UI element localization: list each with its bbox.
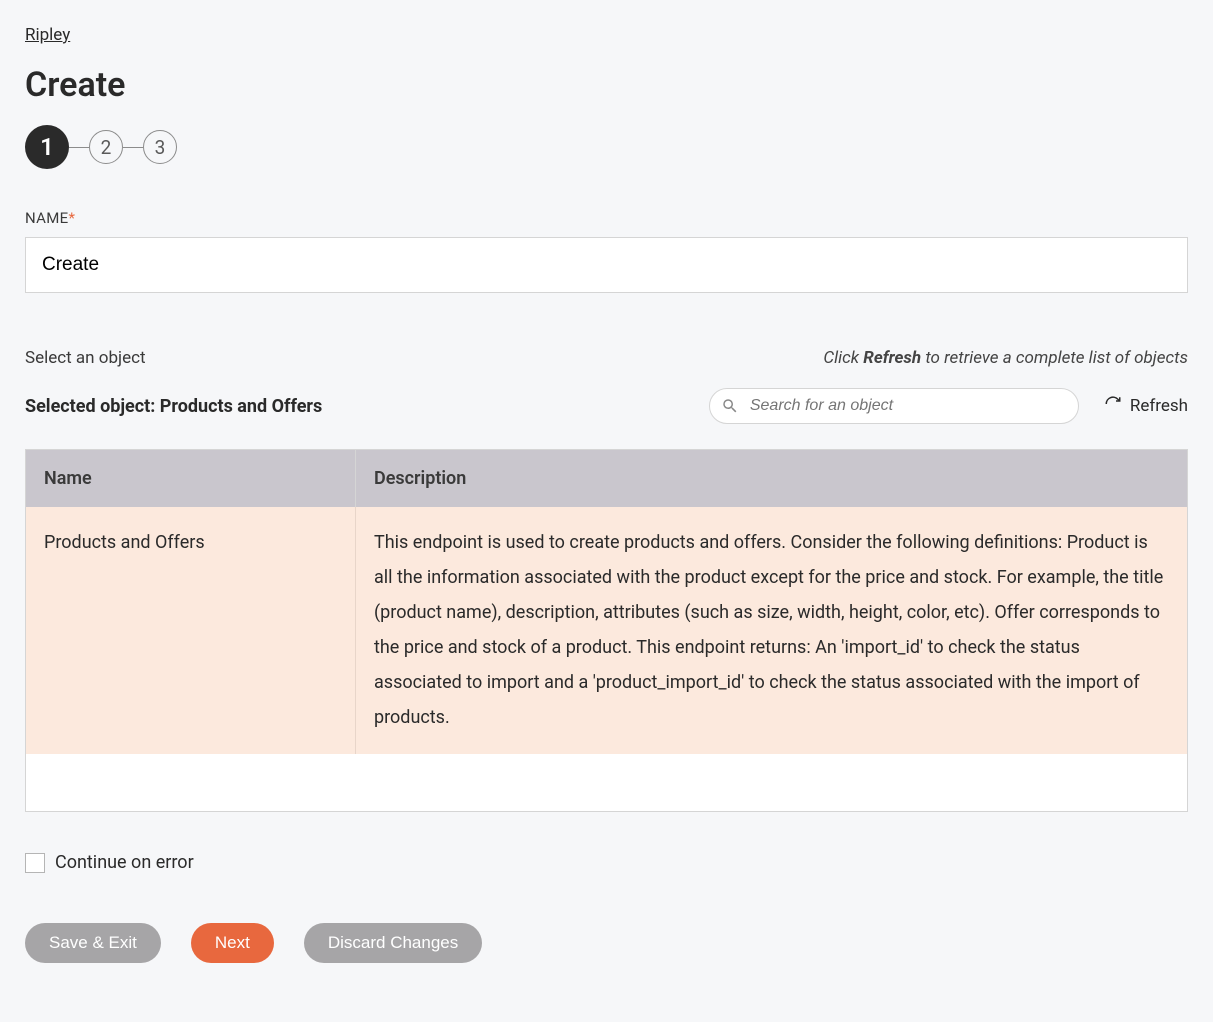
required-marker: * — [68, 209, 75, 227]
refresh-hint-prefix: Click — [823, 348, 863, 368]
table-cell-description: This endpoint is used to create products… — [356, 507, 1188, 754]
step-1[interactable]: 1 — [25, 125, 69, 169]
name-label-text: NAME — [25, 209, 68, 227]
step-3[interactable]: 3 — [143, 130, 177, 164]
step-2[interactable]: 2 — [89, 130, 123, 164]
step-separator — [69, 147, 89, 148]
select-object-label: Select an object — [25, 348, 146, 368]
next-button[interactable]: Next — [191, 923, 274, 963]
discard-changes-button[interactable]: Discard Changes — [304, 923, 482, 963]
object-table: Name Description Products and Offers Thi… — [25, 449, 1188, 812]
step-separator — [123, 147, 143, 148]
refresh-hint-suffix: to retrieve a complete list of objects — [921, 348, 1188, 368]
search-icon — [721, 397, 739, 415]
breadcrumb-link[interactable]: Ripley — [25, 25, 70, 45]
refresh-icon — [1104, 395, 1122, 418]
page-title: Create — [25, 65, 1188, 105]
selected-object-value: Products and Offers — [160, 396, 322, 417]
continue-on-error-label: Continue on error — [55, 852, 194, 873]
table-header-name[interactable]: Name — [26, 450, 356, 508]
table-header-description[interactable]: Description — [356, 450, 1188, 508]
name-input[interactable] — [25, 237, 1188, 293]
step-indicator: 1 2 3 — [25, 125, 1188, 169]
save-exit-button[interactable]: Save & Exit — [25, 923, 161, 963]
table-cell-name: Products and Offers — [26, 507, 356, 754]
refresh-label: Refresh — [1130, 396, 1188, 416]
selected-object-prefix: Selected object: — [25, 396, 160, 417]
refresh-hint: Click Refresh to retrieve a complete lis… — [823, 348, 1188, 368]
search-input[interactable] — [709, 388, 1079, 424]
table-row[interactable]: Products and Offers This endpoint is use… — [26, 507, 1188, 754]
refresh-hint-bold: Refresh — [863, 348, 921, 368]
continue-on-error-checkbox[interactable] — [25, 853, 45, 873]
table-empty-row — [26, 754, 1188, 812]
name-label: NAME* — [25, 209, 1188, 227]
refresh-button[interactable]: Refresh — [1104, 395, 1188, 418]
selected-object: Selected object: Products and Offers — [25, 396, 322, 417]
